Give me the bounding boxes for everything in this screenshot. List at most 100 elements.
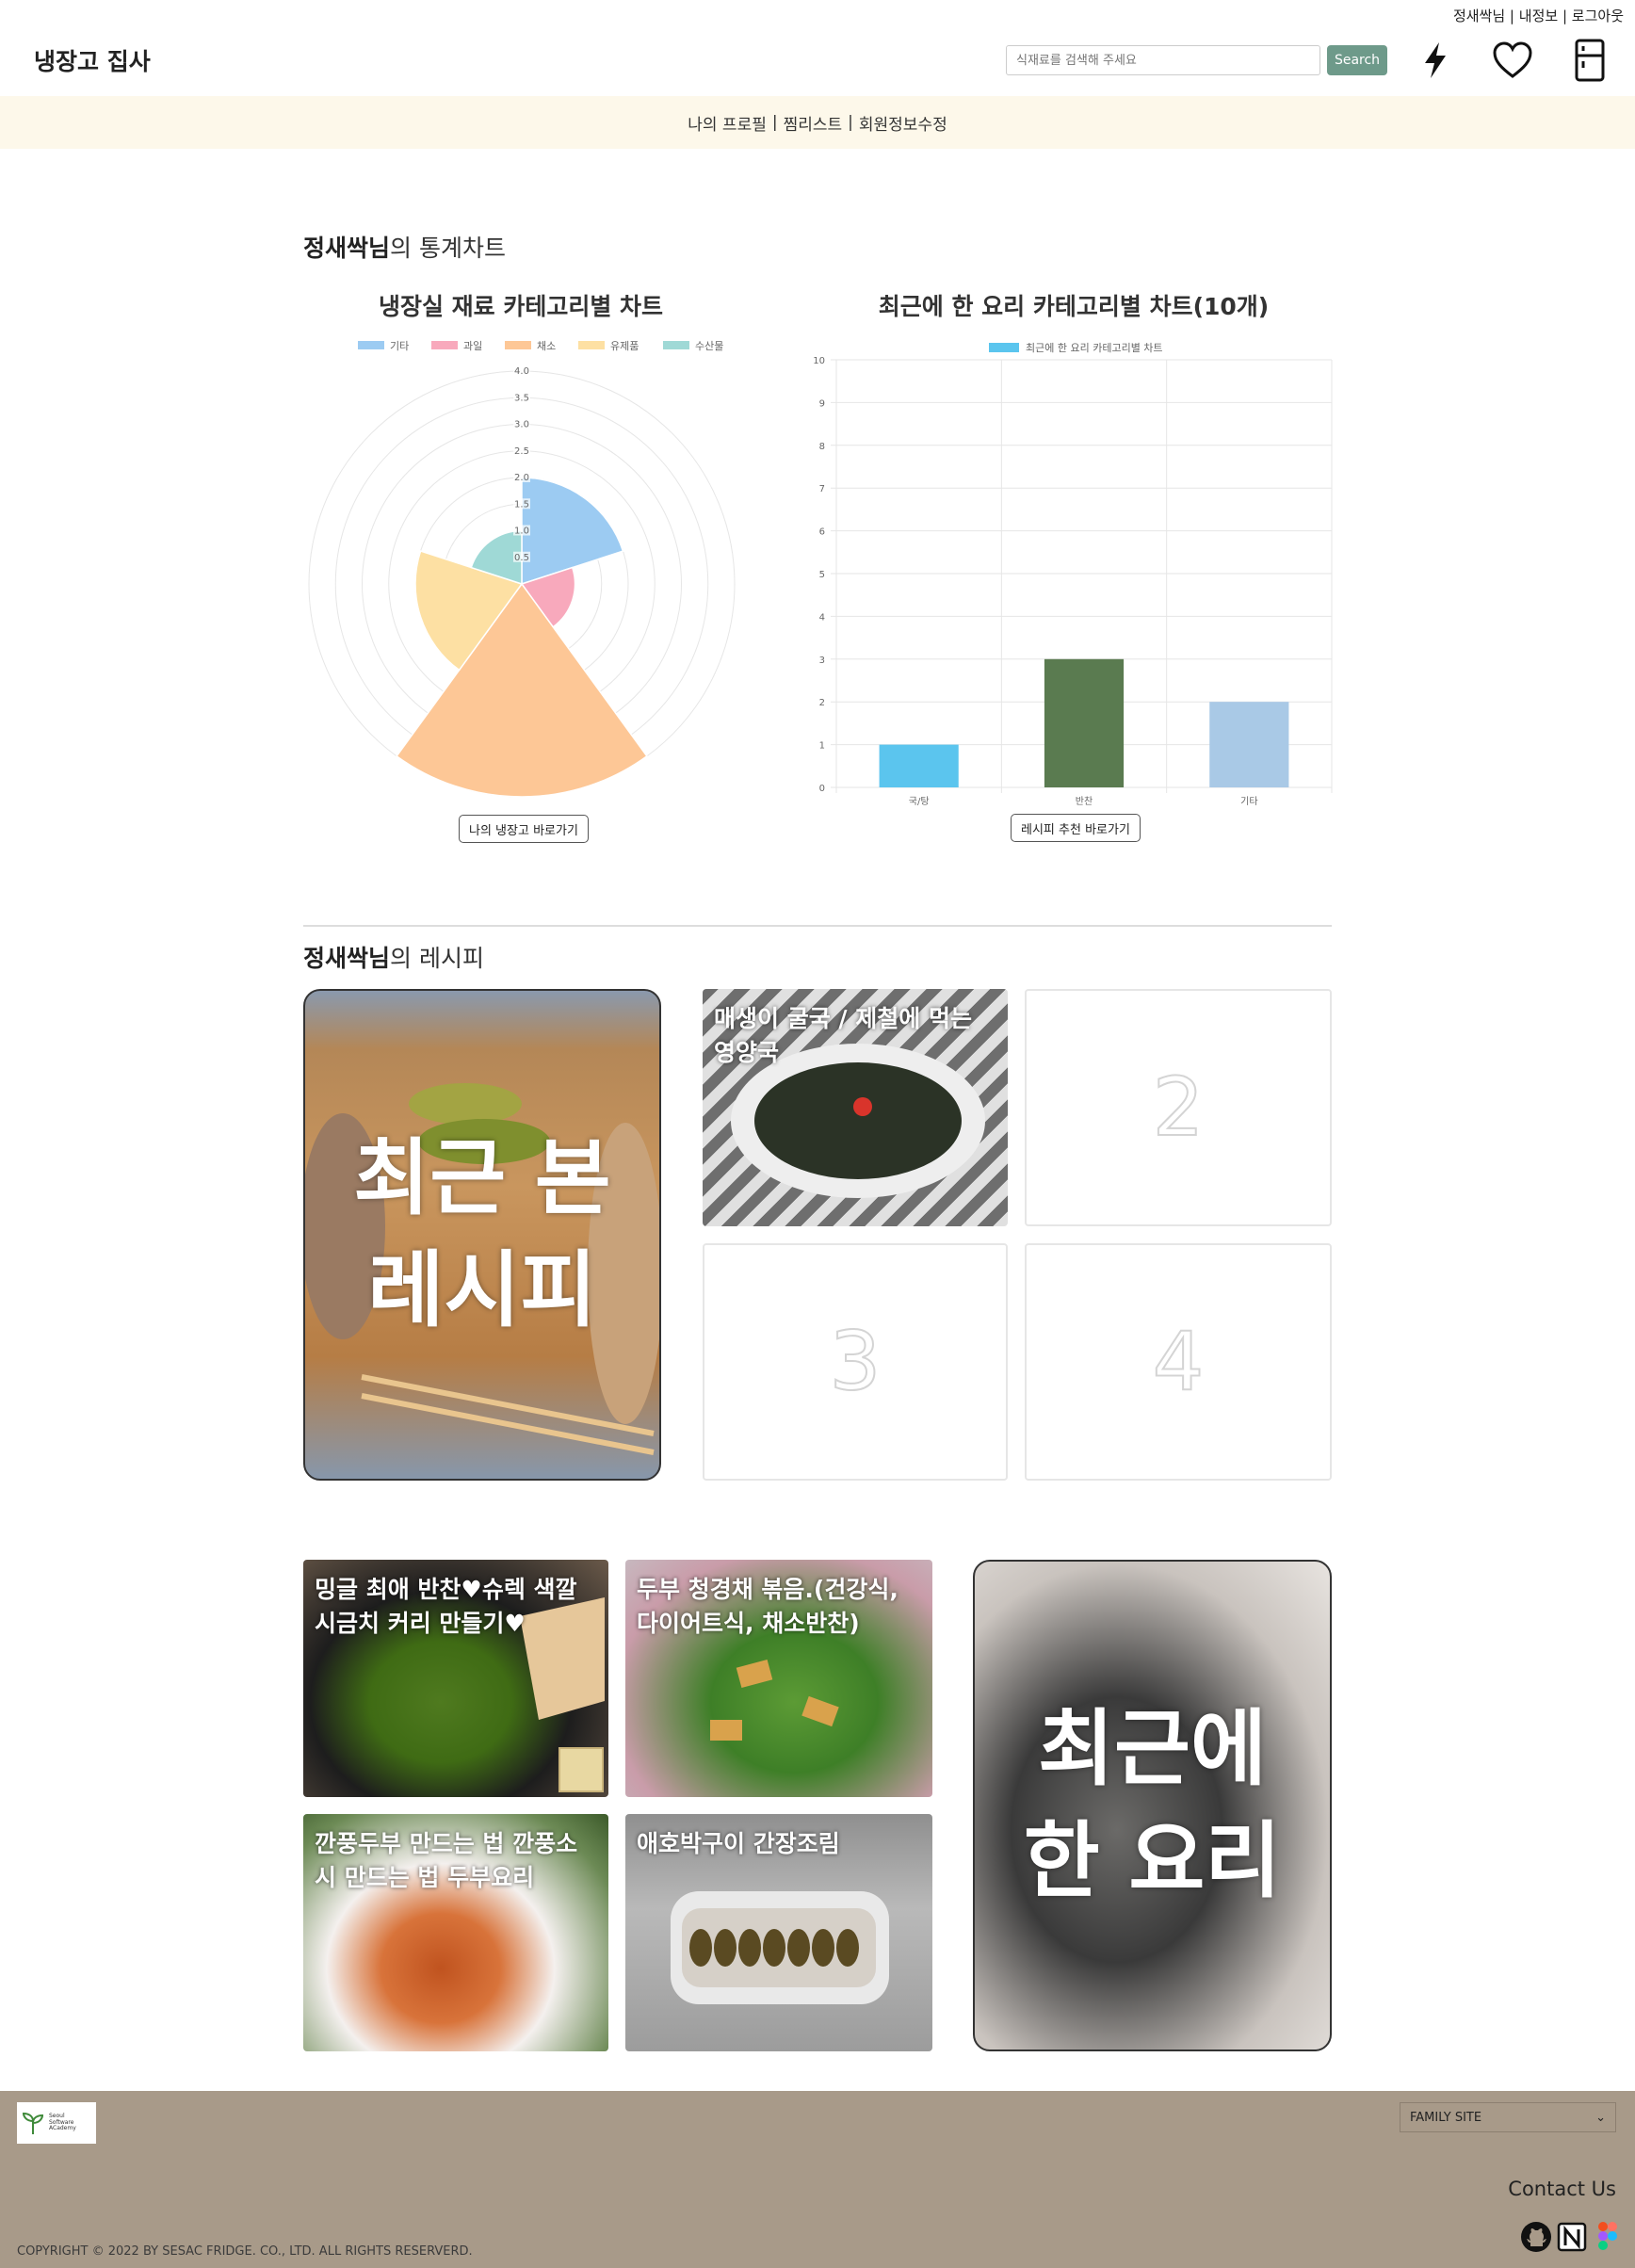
polar-tick-label: 2.5 — [514, 446, 529, 457]
legend-label: 최근에 한 요리 카테고리별 차트 — [1026, 342, 1163, 354]
bar-legend: 최근에 한 요리 카테고리별 차트 — [989, 342, 1163, 354]
nav-wishlist[interactable]: 찜리스트 — [784, 111, 843, 135]
empty-recipe-slot: 3 — [703, 1243, 1008, 1481]
family-site-select[interactable]: FAMILY SITE ⌄ — [1400, 2102, 1616, 2132]
recipe-title: 두부 청경채 볶음.(건강식, 다이어트식, 채소반찬) — [637, 1576, 898, 1638]
recipe-title: 밍글 최애 반찬♥슈렉 색깔 시금치 커리 만들기♥ — [315, 1576, 577, 1638]
bar[interactable] — [879, 744, 959, 787]
bar-chart-title: 최근에 한 요리 카테고리별 차트(10개) — [878, 293, 1270, 320]
recent-cooked-big-card[interactable]: 최근에 한 요리 — [973, 1560, 1332, 2051]
nav-my-profile[interactable]: 나의 프로필 — [688, 111, 767, 135]
legend-swatch[interactable] — [578, 341, 605, 349]
y-tick-label: 0 — [819, 784, 825, 794]
empty-recipe-slot: 4 — [1025, 1243, 1332, 1481]
footer-logo[interactable]: Seoul Software ACademy — [17, 2102, 96, 2144]
contact-us-link[interactable]: Contact Us — [1508, 2178, 1616, 2200]
search-input[interactable] — [1006, 45, 1320, 75]
x-tick-label: 반찬 — [1076, 796, 1093, 807]
copyright-text: COPYRIGHT © 2022 BY SESAC FRIDGE. CO., L… — [17, 2244, 473, 2259]
sub-navigation: 나의 프로필 | 찜리스트 | 회원정보수정 — [0, 96, 1635, 149]
heart-icon[interactable] — [1490, 38, 1535, 83]
polar-tick-label: 1.5 — [514, 499, 529, 510]
recipe-user-name: 정새싹님 — [303, 945, 391, 972]
recipe-title: 매생이 굴국 / 제철에 먹는 영양국 — [714, 1005, 972, 1067]
util-separator: | — [1562, 8, 1568, 24]
legend-label: 수산물 — [695, 340, 723, 352]
fridge-icon[interactable] — [1567, 38, 1612, 83]
stats-section-title: 정새싹님의 통계차트 — [303, 230, 506, 264]
bar-chart: 최근에 한 요리 카테고리별 차트 0 1 2 3 4 5 6 7 8 9 10 국/탕 반찬 기타 — [813, 342, 1333, 807]
polar-tick-label: 3.0 — [514, 420, 529, 430]
y-tick-label: 4 — [819, 612, 825, 623]
legend-swatch[interactable] — [358, 341, 384, 349]
legend-swatch[interactable] — [989, 343, 1019, 352]
y-tick-label: 9 — [819, 398, 825, 409]
site-logo[interactable]: 냉장고 집사 — [34, 43, 151, 77]
x-tick-label: 기타 — [1240, 796, 1257, 807]
recipe-title: 애호박구이 간장조림 — [637, 1830, 840, 1857]
recent-viewed-label: 최근 본 레시피 — [353, 1129, 611, 1338]
recipe-section-title: 정새싹님의 레시피 — [303, 940, 484, 974]
recent-cooked-card[interactable]: 밍글 최애 반찬♥슈렉 색깔 시금치 커리 만들기♥ — [303, 1560, 608, 1797]
polar-tick-label: 3.5 — [514, 393, 529, 403]
recent-cooked-card[interactable]: 두부 청경채 볶음.(건강식, 다이어트식, 채소반찬) — [625, 1560, 932, 1797]
util-separator: | — [1509, 8, 1514, 24]
recent-viewed-recipe-card[interactable]: 매생이 굴국 / 제철에 먹는 영양국 — [703, 989, 1008, 1226]
recent-cooked-card[interactable]: 깐풍두부 만드는 법 깐풍소시 만드는 법 두부요리 — [303, 1814, 608, 2051]
y-tick-label: 3 — [819, 656, 825, 666]
y-tick-label: 8 — [819, 442, 825, 452]
sprout-icon — [22, 2112, 44, 2134]
polar-tick-label: 1.0 — [514, 526, 529, 537]
x-tick-label: 국/탕 — [909, 796, 930, 807]
recent-cooked-card[interactable]: 애호박구이 간장조림 — [625, 1814, 932, 2051]
recipe-recommend-button[interactable]: 레시피 추천 바로가기 — [1011, 814, 1141, 842]
legend-label: 과일 — [463, 339, 482, 352]
legend-swatch[interactable] — [505, 341, 531, 349]
util-myinfo-link[interactable]: 내정보 — [1519, 8, 1558, 24]
recipe-title-suffix: 의 레시피 — [390, 945, 484, 972]
stats-user-name: 정새싹님 — [303, 235, 391, 262]
family-site-label: FAMILY SITE — [1410, 2110, 1482, 2125]
bolt-icon[interactable] — [1413, 38, 1458, 83]
stats-title-suffix: 의 통계차트 — [390, 235, 506, 262]
recent-cooked-label: 최근에 한 요리 — [1023, 1700, 1282, 1909]
empty-recipe-slot: 2 — [1025, 989, 1332, 1226]
github-icon[interactable] — [1520, 2221, 1552, 2253]
polar-chart-title: 냉장실 재료 카테고리별 차트 — [378, 293, 664, 320]
y-tick-label: 6 — [819, 527, 825, 538]
polar-tick-label: 0.5 — [514, 553, 529, 563]
util-logout-link[interactable]: 로그아웃 — [1572, 8, 1624, 24]
bar[interactable] — [1209, 702, 1289, 787]
recipe-title: 깐풍두부 만드는 법 깐풍소시 만드는 법 두부요리 — [315, 1830, 578, 1892]
recent-viewed-card[interactable]: 최근 본 레시피 — [303, 989, 661, 1481]
my-fridge-button[interactable]: 나의 냉장고 바로가기 — [459, 815, 589, 843]
y-tick-label: 2 — [819, 698, 825, 708]
legend-label: 기타 — [390, 340, 409, 352]
notion-icon[interactable] — [1556, 2221, 1588, 2253]
nav-separator: | — [771, 113, 778, 132]
chevron-down-icon: ⌄ — [1595, 2110, 1606, 2125]
slot-number: 2 — [1152, 1060, 1206, 1156]
legend-label: 유제품 — [610, 340, 639, 352]
y-tick-label: 7 — [819, 484, 825, 494]
footer: Seoul Software ACademy FAMILY SITE ⌄ Con… — [0, 2091, 1635, 2268]
legend-swatch[interactable] — [431, 341, 458, 349]
search-button[interactable]: Search — [1327, 45, 1387, 75]
legend-swatch[interactable] — [663, 341, 689, 349]
y-tick-label: 10 — [813, 356, 825, 366]
bar[interactable] — [1044, 658, 1125, 787]
polar-tick-label: 2.0 — [514, 473, 529, 483]
nav-edit-account[interactable]: 회원정보수정 — [859, 111, 947, 135]
polar-tick-label: 4.0 — [514, 366, 529, 377]
footer-logo-text: ACademy — [49, 2125, 76, 2132]
y-tick-label: 5 — [819, 570, 825, 580]
utility-links: 정새싹님 | 내정보 | 로그아웃 — [1453, 6, 1624, 25]
slot-number: 3 — [829, 1314, 882, 1410]
nav-separator: | — [848, 113, 853, 132]
legend-label: 채소 — [537, 340, 556, 352]
polar-area-chart: 기타 과일 채소 유제품 수산물 0.5 1.0 1.5 2.0 2.5 3.0 3.5 4.0 — [308, 339, 736, 798]
slot-number: 4 — [1152, 1314, 1206, 1410]
section-divider — [303, 925, 1332, 927]
util-user-link[interactable]: 정새싹님 — [1453, 8, 1505, 24]
figma-icon[interactable] — [1592, 2221, 1624, 2253]
